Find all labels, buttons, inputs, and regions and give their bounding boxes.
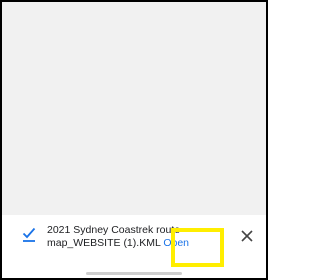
download-done-icon bbox=[22, 227, 36, 243]
home-indicator bbox=[86, 272, 182, 275]
download-file-name: 2021 Sydney Coastrek route map_WEBSITE (… bbox=[47, 224, 207, 249]
page-content-area bbox=[2, 2, 266, 215]
download-notification-bar: 2021 Sydney Coastrek route map_WEBSITE (… bbox=[2, 215, 266, 278]
file-name-text: 2021 Sydney Coastrek route map_WEBSITE (… bbox=[47, 224, 181, 249]
open-button[interactable]: Open bbox=[163, 237, 189, 249]
close-icon[interactable] bbox=[240, 229, 254, 243]
device-frame: 2021 Sydney Coastrek route map_WEBSITE (… bbox=[0, 0, 268, 280]
